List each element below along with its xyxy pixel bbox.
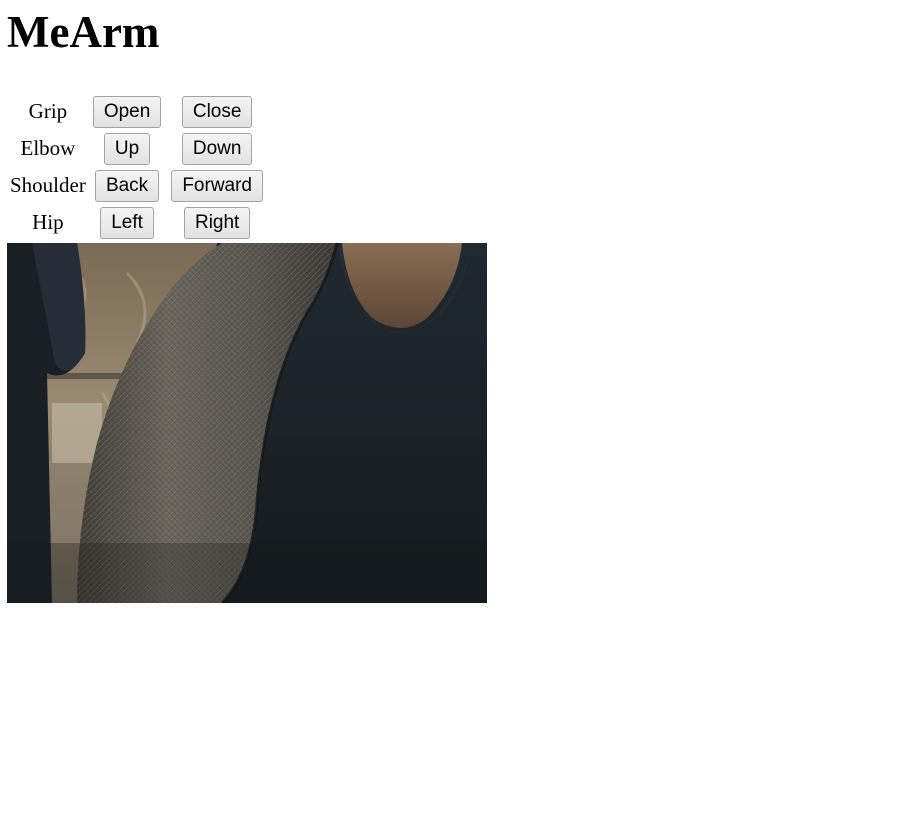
webcam-feed-image bbox=[7, 243, 487, 603]
elbow-down-button[interactable]: Down bbox=[181, 132, 253, 165]
shoulder-label: Shoulder bbox=[10, 173, 86, 197]
elbow-up-button[interactable]: Up bbox=[103, 132, 151, 165]
control-row-grip: Grip Open Close bbox=[9, 94, 267, 129]
grip-label: Grip bbox=[28, 99, 68, 123]
shoulder-forward-button[interactable]: Forward bbox=[171, 169, 263, 202]
shoulder-back-button[interactable]: Back bbox=[94, 169, 160, 202]
arm-controls-table: Grip Open Close Elbow Up Down Shoulder B… bbox=[7, 92, 269, 242]
hip-right-button[interactable]: Right bbox=[183, 206, 251, 239]
control-row-elbow: Elbow Up Down bbox=[9, 131, 267, 166]
grip-close-button[interactable]: Close bbox=[181, 95, 253, 128]
control-row-hip: Hip Left Right bbox=[9, 205, 267, 240]
elbow-label: Elbow bbox=[20, 136, 76, 160]
hip-label: Hip bbox=[32, 210, 64, 234]
grip-open-button[interactable]: Open bbox=[92, 95, 162, 128]
page-title: MeArm bbox=[7, 7, 160, 57]
hip-left-button[interactable]: Left bbox=[100, 206, 154, 239]
control-row-shoulder: Shoulder Back Forward bbox=[9, 168, 267, 203]
